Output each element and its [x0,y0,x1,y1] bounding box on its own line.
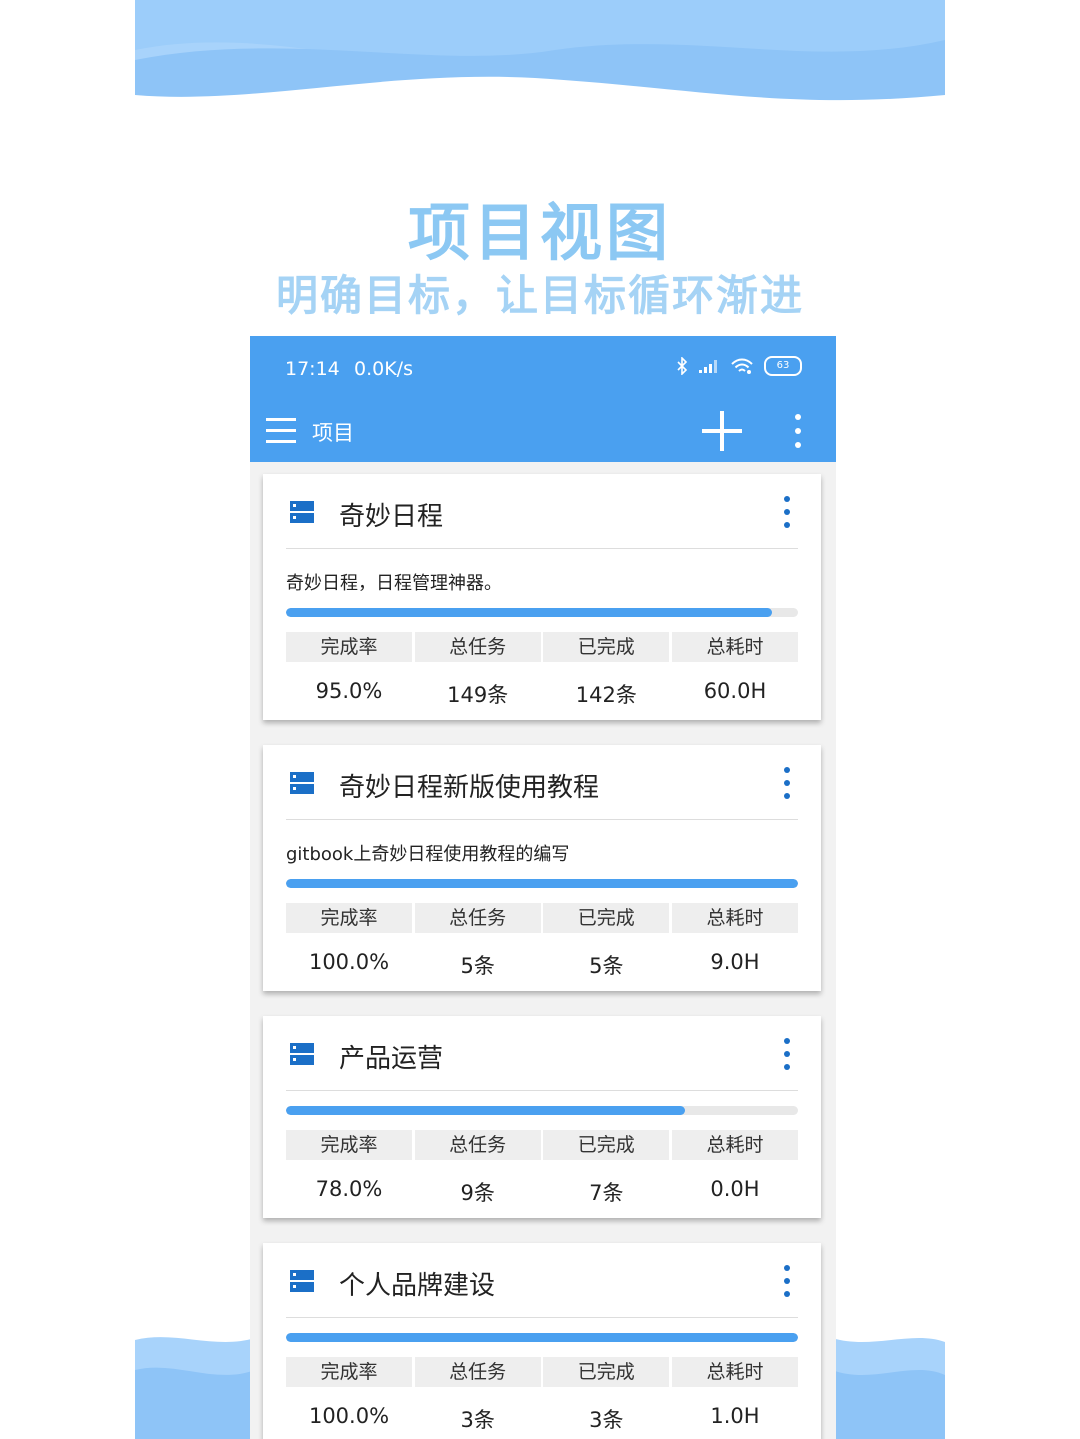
stat-total-time: 60.0H [703,679,767,703]
stat-total-tasks: 5条 [460,954,495,978]
status-time: 17:14 [285,358,340,380]
progress-bar [286,879,798,888]
stat-label-total-tasks: 总任务 [414,632,541,662]
stat-label-total-time: 总耗时 [671,1357,798,1387]
stats-values: 95.0% 149条 142条 60.0H [286,679,798,709]
status-icons: 63 [676,356,802,376]
project-description: gitbook上奇妙日程使用教程的编写 [286,844,570,865]
stat-label-completed: 已完成 [543,1130,670,1160]
stat-label-total-tasks: 总任务 [414,903,541,933]
stat-completion-rate: 100.0% [308,950,390,974]
promo-subtitle: 明确目标，让目标循环渐进 [275,271,804,320]
app-bar: 项目 [250,400,836,462]
divider [286,548,798,549]
project-title: 产品运营 [339,1044,444,1074]
stat-label-total-time: 总耗时 [671,903,798,933]
project-title: 个人品牌建设 [339,1271,496,1301]
bottom-right-wave-decoration [832,1338,945,1439]
signal-icon [699,360,717,373]
project-card[interactable]: 奇妙日程 奇妙日程，日程管理神器。 完成率 总任务 已完成 总耗时 95.0% … [263,474,821,720]
stat-completion-rate: 78.0% [315,1177,383,1201]
divider [286,1317,798,1318]
stats-header: 完成率 总任务 已完成 总耗时 [286,632,798,662]
promo-title: 项目视图 [407,196,672,269]
top-wave-decoration [135,0,945,101]
page-title: 项目 [312,421,354,445]
stat-completed: 142条 [575,683,637,707]
battery-icon: 63 [764,356,802,376]
stat-completed: 7条 [589,1181,624,1205]
wifi-icon [731,358,753,374]
stat-completion-rate: 95.0% [315,679,383,703]
stat-label-total-tasks: 总任务 [414,1130,541,1160]
project-card[interactable]: 产品运营 完成率 总任务 已完成 总耗时 78.0% 9条 7条 0.0H [263,1016,821,1218]
project-title: 奇妙日程 [339,502,444,532]
divider [286,1090,798,1091]
stat-total-tasks: 9条 [460,1181,495,1205]
progress-bar [286,1333,798,1342]
status-bar: 17:14 0.0K/s 63 [250,336,836,400]
stat-label-total-tasks: 总任务 [414,1357,541,1387]
project-card[interactable]: 奇妙日程新版使用教程 gitbook上奇妙日程使用教程的编写 完成率 总任务 已… [263,745,821,991]
project-more-icon[interactable] [779,1038,795,1070]
progress-bar [286,1106,798,1115]
project-more-icon[interactable] [779,767,795,799]
stats-values: 100.0% 3条 3条 1.0H [286,1404,798,1434]
more-vert-icon[interactable] [786,410,810,452]
project-card[interactable]: 个人品牌建设 完成率 总任务 已完成 总耗时 100.0% 3条 3条 1.0H [263,1243,821,1439]
project-icon [290,772,314,794]
stat-label-completion-rate: 完成率 [286,632,412,662]
menu-icon[interactable] [264,412,298,448]
status-network-speed: 0.0K/s [354,358,413,380]
phone-screen: 17:14 0.0K/s 63 项目 奇妙日程 奇妙日程，日程管理神器。 完成率… [250,336,836,1439]
stat-completed: 3条 [589,1408,624,1432]
stat-total-tasks: 3条 [460,1408,495,1432]
project-title: 奇妙日程新版使用教程 [339,773,600,803]
bottom-left-wave-decoration [135,1337,255,1439]
project-more-icon[interactable] [779,1265,795,1297]
stat-label-completed: 已完成 [543,632,670,662]
stat-label-total-time: 总耗时 [671,1130,798,1160]
stat-total-time: 0.0H [710,1177,760,1201]
stat-label-completed: 已完成 [543,1357,670,1387]
stat-total-time: 9.0H [710,950,760,974]
stat-completed: 5条 [589,954,624,978]
stats-values: 100.0% 5条 5条 9.0H [286,950,798,980]
stat-label-completion-rate: 完成率 [286,903,412,933]
stat-label-total-time: 总耗时 [671,632,798,662]
project-icon [290,501,314,523]
stats-header: 完成率 总任务 已完成 总耗时 [286,1130,798,1160]
project-icon [290,1270,314,1292]
stats-header: 完成率 总任务 已完成 总耗时 [286,1357,798,1387]
project-more-icon[interactable] [779,496,795,528]
stat-completion-rate: 100.0% [308,1404,390,1428]
project-description: 奇妙日程，日程管理神器。 [286,573,502,594]
stats-values: 78.0% 9条 7条 0.0H [286,1177,798,1207]
bluetooth-icon [677,357,688,375]
stat-total-tasks: 149条 [447,683,509,707]
stat-label-completion-rate: 完成率 [286,1130,412,1160]
divider [286,819,798,820]
progress-bar [286,608,798,617]
project-icon [290,1043,314,1065]
add-icon[interactable] [702,411,742,451]
stat-label-completed: 已完成 [543,903,670,933]
stats-header: 完成率 总任务 已完成 总耗时 [286,903,798,933]
stat-total-time: 1.0H [710,1404,760,1428]
stat-label-completion-rate: 完成率 [286,1357,412,1387]
